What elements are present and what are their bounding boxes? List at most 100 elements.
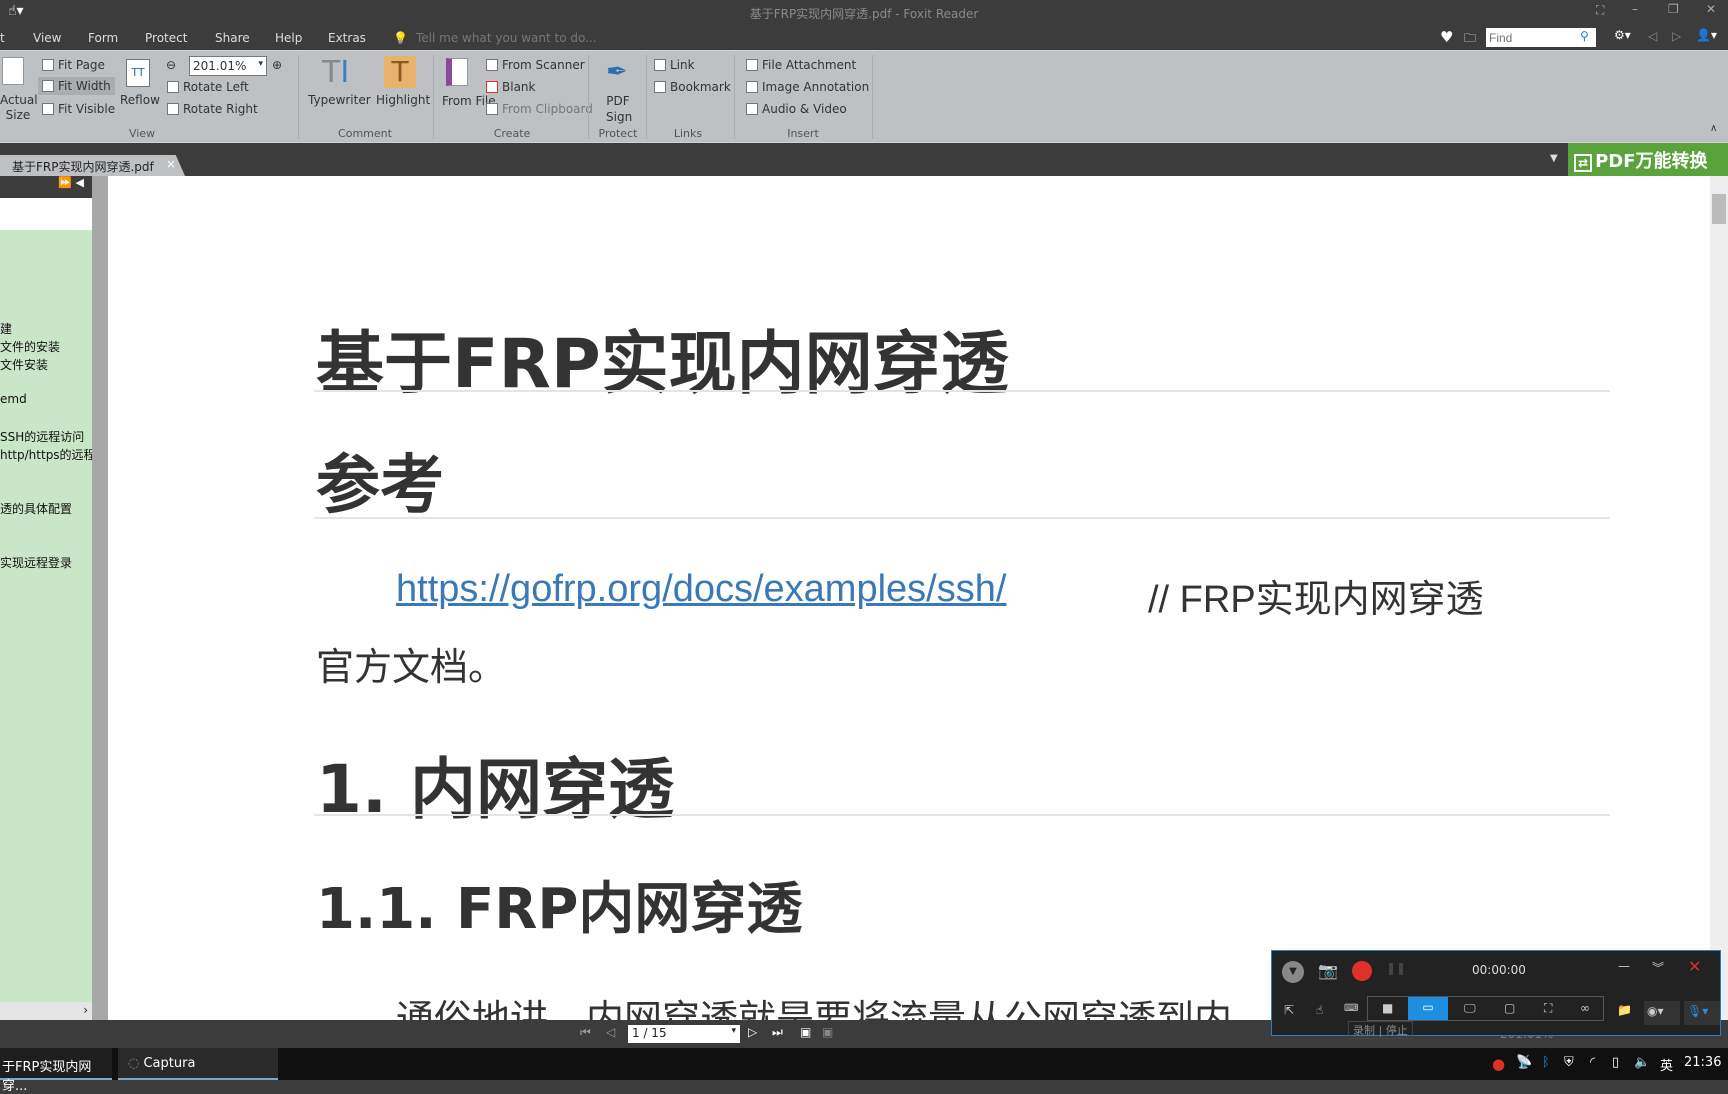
webcam-icon[interactable]: ◉▾ <box>1644 1001 1680 1025</box>
menu-share[interactable]: Share <box>215 31 250 45</box>
expand-panel-icon[interactable]: ⏩ <box>58 176 72 189</box>
menu-dropdown-icon[interactable]: ▼ <box>1282 961 1304 983</box>
fullscreen-icon[interactable]: ⛶ <box>1596 3 1604 18</box>
link-note-continued: 官方文档。 <box>316 647 507 689</box>
bookmark-item[interactable]: 文件的安装 <box>0 338 60 355</box>
pdf-sign-button[interactable]: PDF Sign <box>606 93 632 125</box>
audio-video-button[interactable]: Audio & Video <box>746 102 847 116</box>
back-icon[interactable]: ◁ <box>1648 29 1657 43</box>
tell-me-input[interactable]: Tell me what you want to do... <box>416 31 597 45</box>
zoom-out-icon[interactable]: ⊖ <box>166 58 176 72</box>
bookmark-item[interactable]: 实现远程登录 <box>0 554 72 571</box>
fit-visible-button[interactable]: Fit Visible <box>42 102 115 116</box>
first-page-icon[interactable]: ⏮ <box>580 1025 591 1040</box>
fit-width-button[interactable]: Fit Width <box>38 77 115 95</box>
blank-button[interactable]: Blank <box>486 80 535 94</box>
close-icon[interactable]: ✕ <box>1706 2 1716 16</box>
actual-size-button[interactable]: Actual Size <box>0 93 38 123</box>
record-button[interactable] <box>1352 961 1372 981</box>
bookmark-item[interactable]: SSH的远程访问 <box>0 428 84 445</box>
heart-icon[interactable]: ♥ <box>1440 28 1453 46</box>
from-scanner-button[interactable]: From Scanner <box>486 58 585 72</box>
gear-icon[interactable]: ⚙▾ <box>1614 28 1631 42</box>
ime-indicator[interactable]: 英 <box>1660 1055 1673 1074</box>
monitor-icon[interactable]: 🖵 <box>1464 1001 1476 1016</box>
close-icon[interactable]: ✕ <box>1688 957 1701 976</box>
menu-edit[interactable]: t <box>0 31 5 45</box>
frp-docs-link[interactable]: https://gofrp.org/docs/examples/ssh/ <box>396 568 1006 611</box>
bookmark-item[interactable]: 文件安装 <box>0 356 48 373</box>
fit-page-button[interactable]: Fit Page <box>42 58 105 72</box>
search-icon[interactable]: ⚲ <box>1580 29 1589 43</box>
screen-mode-icon[interactable]: ▭ <box>1408 997 1448 1020</box>
panel-splitter[interactable] <box>92 176 108 1020</box>
lightbulb-icon: 💡 <box>393 31 408 45</box>
zoom-select[interactable]: 201.01% ▾ <box>189 56 267 76</box>
highlight-button[interactable]: Highlight <box>376 93 430 107</box>
volume-icon[interactable]: 🔈 <box>1634 1055 1650 1070</box>
close-tab-icon[interactable]: × <box>166 157 176 171</box>
bluetooth-icon[interactable]: ᛒ <box>1542 1055 1550 1070</box>
restore-icon[interactable]: ❐ <box>1668 2 1679 16</box>
keyboard-icon[interactable]: ⌨ <box>1344 1003 1358 1014</box>
from-clipboard-button[interactable]: From Clipboard <box>486 102 593 116</box>
wifi-icon[interactable]: ◜ <box>1590 1055 1595 1070</box>
link-button[interactable]: Link <box>654 58 695 72</box>
scroll-right-icon[interactable]: › <box>83 1003 88 1017</box>
next-page-icon[interactable]: ▷ <box>748 1025 757 1039</box>
minimize-icon[interactable]: – <box>1632 2 1638 16</box>
reflow-button[interactable]: Reflow <box>120 93 160 107</box>
menu-extras[interactable]: Extras <box>328 31 366 45</box>
collapse-panel-icon[interactable]: ◀ <box>76 176 84 189</box>
collapse-icon[interactable]: ︾ <box>1652 959 1664 976</box>
bookmark-item[interactable]: 透的具体配置 <box>0 500 72 517</box>
click-icon[interactable]: ☝ <box>1316 1003 1323 1017</box>
last-page-icon[interactable]: ⏭ <box>772 1025 783 1040</box>
bookmark-item[interactable]: http/https的远程 <box>0 446 96 463</box>
clock[interactable]: 21:36 <box>1684 1055 1721 1070</box>
page-input[interactable]: 1 / 15 ▾ <box>628 1025 740 1043</box>
rotate-right-button[interactable]: Rotate Right <box>167 102 258 116</box>
window-icon[interactable]: ▢ <box>1504 1001 1515 1015</box>
menu-protect[interactable]: Protect <box>145 31 187 45</box>
taskbar-foxit[interactable]: 于FRP实现内网穿... <box>0 1048 112 1094</box>
tab-document[interactable]: 基于FRP实现内网穿透.pdf × <box>0 155 185 176</box>
menu-form[interactable]: Form <box>88 31 118 45</box>
typewriter-button[interactable]: Typewriter <box>308 93 371 107</box>
usb-icon[interactable]: ▯ <box>1612 1055 1619 1070</box>
bookmark-item[interactable]: 建 <box>0 320 12 337</box>
minimize-icon[interactable]: — <box>1618 959 1630 973</box>
network-tray-icon[interactable]: 📡 <box>1516 1055 1532 1070</box>
microphone-icon[interactable]: 🎙▾ <box>1684 1001 1720 1025</box>
cursor-icon[interactable]: ⇱ <box>1284 1003 1294 1017</box>
prev-page-icon[interactable]: ◁ <box>606 1025 615 1039</box>
camera-icon[interactable]: 📷 <box>1318 961 1338 980</box>
page-view-icon[interactable]: ▣ <box>800 1025 811 1039</box>
zoom-in-icon[interactable]: ⊕ <box>272 58 282 72</box>
horizontal-scrollbar[interactable]: › <box>0 1002 92 1020</box>
vertical-scrollbar[interactable] <box>1710 176 1728 1020</box>
security-shield-icon[interactable]: ⛨ <box>1564 1055 1574 1070</box>
file-attachment-button[interactable]: File Attachment <box>746 58 856 72</box>
gamepad-icon[interactable]: ∞ <box>1580 1001 1590 1015</box>
menu-view[interactable]: View <box>33 31 61 45</box>
folder-icon[interactable]: 📁 <box>1617 1003 1632 1017</box>
pdf-convert-button[interactable]: ⇄ PDF万能转换 <box>1568 143 1728 176</box>
pause-icon[interactable]: ❚❚ <box>1386 961 1406 975</box>
collapse-ribbon-icon[interactable]: ∧ <box>1710 123 1717 134</box>
menu-help[interactable]: Help <box>275 31 302 45</box>
tab-list-dropdown-icon[interactable]: ▼ <box>1550 153 1558 164</box>
page-view-alt-icon[interactable]: ▣ <box>822 1025 833 1039</box>
video-icon[interactable]: ■ <box>1382 1001 1393 1015</box>
image-annotation-button[interactable]: Image Annotation <box>746 80 869 94</box>
user-icon[interactable]: 👤▾ <box>1696 28 1717 42</box>
rotate-left-button[interactable]: Rotate Left <box>167 80 249 94</box>
search-folder-icon[interactable]: 🗀 <box>1464 29 1476 50</box>
bookmark-item[interactable]: emd <box>0 392 27 406</box>
bookmark-button[interactable]: Bookmark <box>654 80 731 94</box>
taskbar-captura[interactable]: ◌ Captura <box>118 1048 278 1080</box>
record-tray-icon[interactable]: ● <box>1492 1055 1505 1073</box>
region-icon[interactable]: ⛶ <box>1544 1001 1552 1016</box>
scrollbar-thumb[interactable] <box>1712 194 1726 224</box>
forward-icon[interactable]: ▷ <box>1672 29 1681 43</box>
